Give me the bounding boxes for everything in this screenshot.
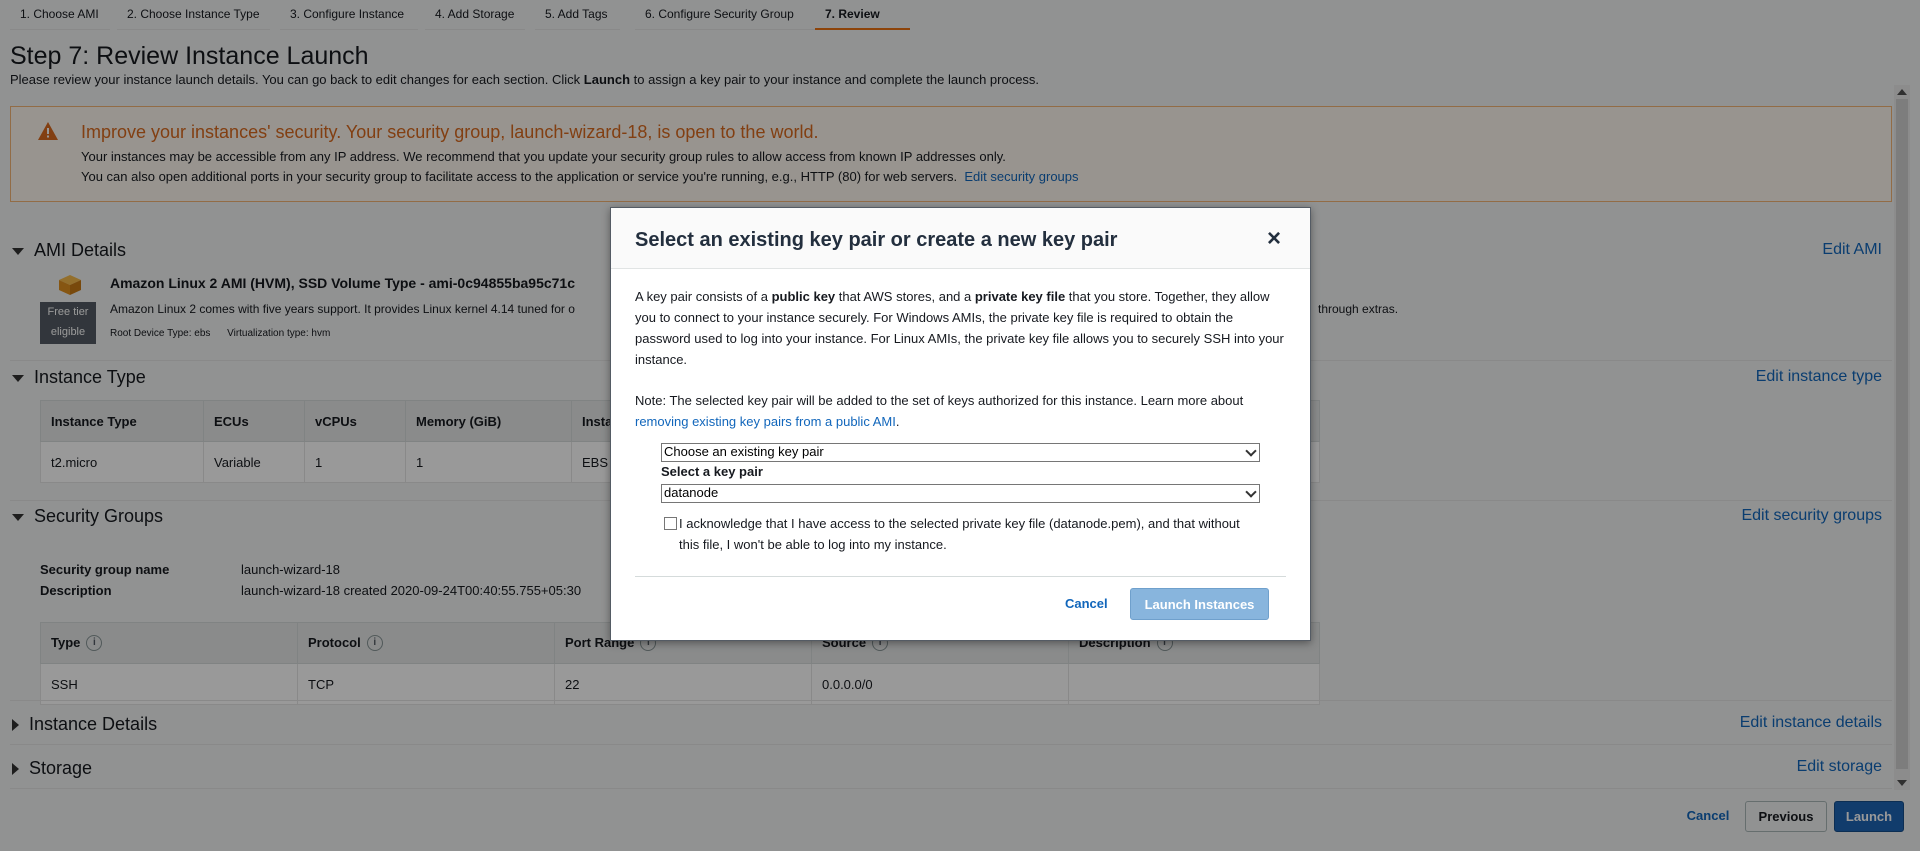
key-pair-note: Note: The selected key pair will be adde… (635, 393, 1244, 429)
close-icon[interactable]: × (1267, 227, 1281, 251)
select-key-pair-label: Select a key pair (661, 464, 763, 479)
launch-instances-button[interactable]: Launch Instances (1130, 588, 1269, 620)
chevron-down-icon (1245, 486, 1257, 498)
divider (635, 576, 1286, 577)
key-pair-explanation: A key pair consists of a public key that… (635, 289, 1284, 367)
key-pair-dialog: Select an existing key pair or create a … (610, 207, 1311, 641)
dialog-title: Select an existing key pair or create a … (635, 229, 1118, 251)
key-pair-action-select[interactable]: Choose an existing key pair (661, 443, 1260, 462)
remove-key-pairs-link[interactable]: removing existing key pairs from a publi… (635, 414, 896, 429)
dialog-header: Select an existing key pair or create a … (611, 208, 1310, 269)
chevron-down-icon (1245, 445, 1257, 457)
acknowledge-checkbox[interactable] (664, 517, 677, 530)
dialog-cancel-button[interactable]: Cancel (1065, 596, 1108, 611)
key-pair-select[interactable]: datanode (661, 484, 1260, 503)
acknowledge-label[interactable]: I acknowledge that I have access to the … (679, 513, 1259, 555)
